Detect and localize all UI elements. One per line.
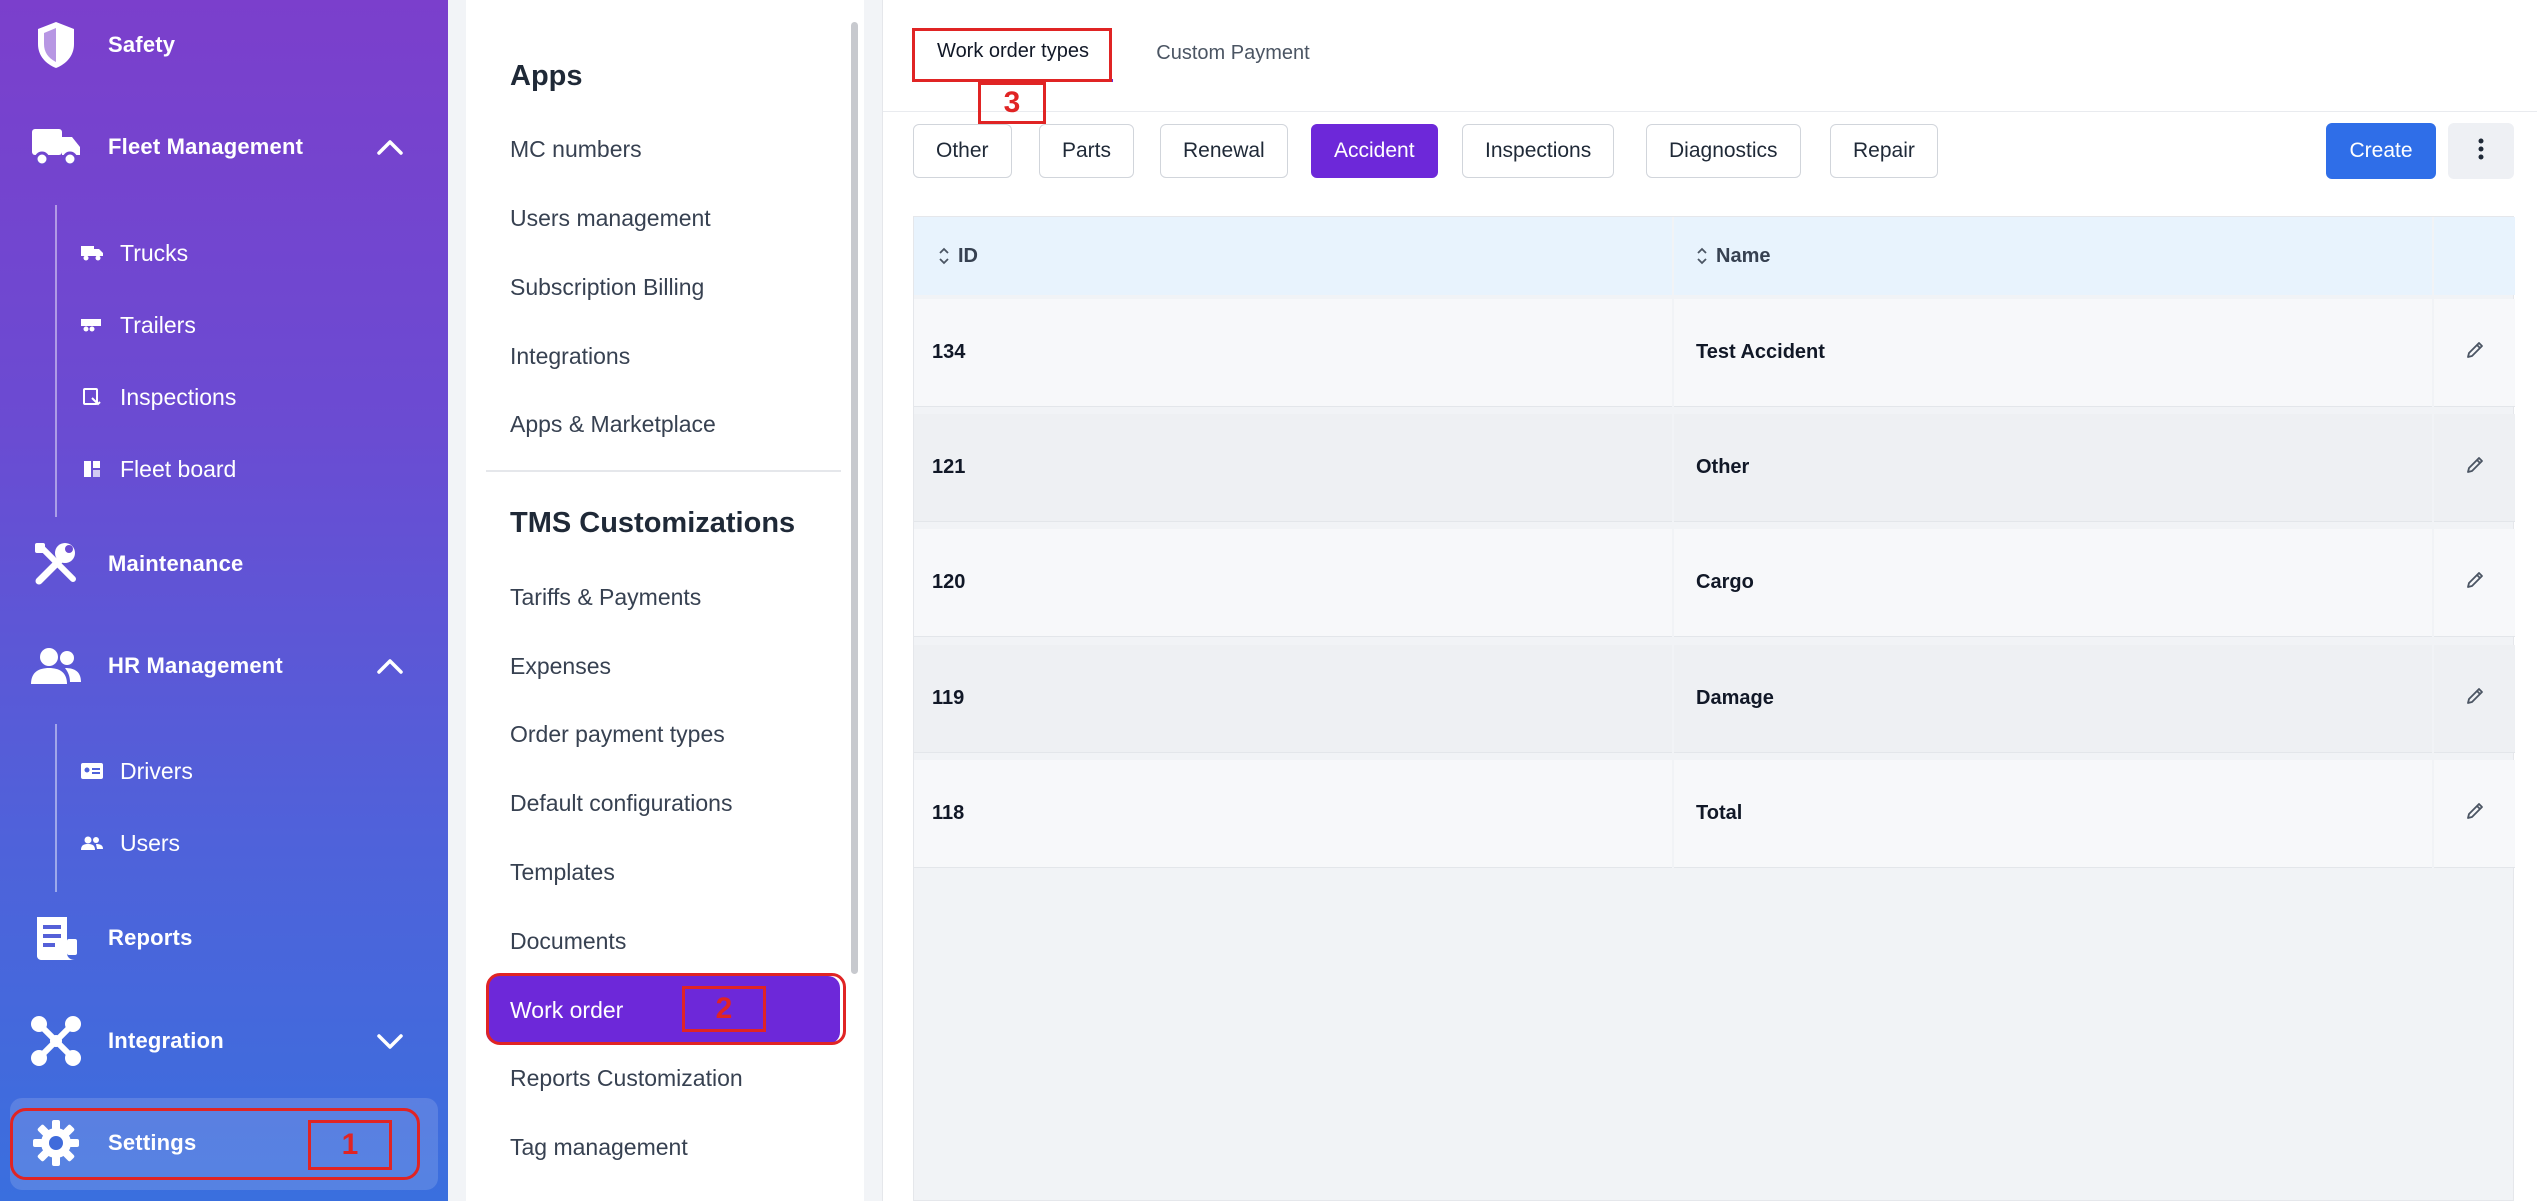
hr-submenu-line: [55, 724, 57, 892]
annotation-box-work-order: [486, 973, 846, 1045]
menu-item-reports-customization[interactable]: Reports Customization: [510, 1065, 743, 1092]
truck-icon: [28, 119, 84, 175]
menu-item-integrations[interactable]: Integrations: [510, 343, 630, 370]
sub-item-trailers[interactable]: Trailers: [80, 303, 196, 347]
nav-item-reports[interactable]: Reports: [0, 903, 448, 973]
sub-item-fleet-board[interactable]: Fleet board: [80, 447, 236, 491]
users-icon: [80, 831, 104, 855]
sub-item-inspections[interactable]: Inspections: [80, 375, 236, 419]
id-card-icon: [80, 759, 104, 783]
cell-name: Test Accident: [1674, 299, 2432, 407]
dashboard-icon: [80, 457, 104, 481]
annotation-number-1: 1: [341, 1128, 359, 1161]
menu-item-users-management[interactable]: Users management: [510, 205, 711, 232]
cell-id: 134: [914, 299, 1672, 407]
pencil-icon: [2465, 455, 2485, 481]
menu-scrollbar[interactable]: [851, 22, 858, 974]
sub-item-users[interactable]: Users: [80, 821, 180, 865]
filter-renewal[interactable]: Renewal: [1160, 124, 1288, 178]
sub-item-trucks[interactable]: Trucks: [80, 231, 188, 275]
cell-name: Other: [1674, 414, 2432, 522]
menu-item-tag-management[interactable]: Tag management: [510, 1134, 688, 1161]
sort-icon: [938, 246, 950, 266]
fleet-submenu-line: [55, 205, 57, 517]
filter-other[interactable]: Other: [913, 124, 1012, 178]
cell-name: Cargo: [1674, 529, 2432, 637]
cell-id: 119: [914, 645, 1672, 753]
nav-item-safety[interactable]: Safety: [0, 10, 448, 80]
table-row[interactable]: 121 Other: [914, 414, 2515, 522]
menu-heading-tms: TMS Customizations: [510, 507, 796, 539]
menu-item-documents[interactable]: Documents: [510, 928, 626, 955]
work-order-types-table: ID Name 134 Test Accident 121 Other 120 Cargo…: [913, 216, 2515, 1201]
table-row[interactable]: 119 Damage: [914, 645, 2515, 753]
pencil-icon: [2465, 340, 2485, 366]
tools-icon: [28, 536, 84, 592]
pencil-icon: [2465, 570, 2485, 596]
report-icon: [28, 910, 84, 966]
cell-name: Damage: [1674, 645, 2432, 753]
pencil-icon: [2465, 686, 2485, 712]
column-header-actions: [2434, 217, 2515, 295]
menu-heading-apps: Apps: [510, 60, 583, 92]
inspection-icon: [80, 385, 104, 409]
annotation-box-work-order-types: [912, 28, 1112, 82]
filter-parts[interactable]: Parts: [1039, 124, 1135, 178]
cell-name: Total: [1674, 760, 2432, 868]
shield-icon: [28, 17, 84, 73]
sort-icon: [1696, 246, 1708, 266]
menu-item-subscription-billing[interactable]: Subscription Billing: [510, 274, 704, 301]
filter-accident[interactable]: Accident: [1311, 124, 1438, 178]
column-header-id-label: ID: [958, 244, 978, 267]
column-header-name[interactable]: Name: [1674, 217, 2432, 295]
nav-item-integration[interactable]: Integration: [0, 1006, 448, 1076]
filter-diagnostics[interactable]: Diagnostics: [1646, 124, 1801, 178]
nav-item-fleet-management[interactable]: Fleet Management: [0, 112, 448, 182]
table-row[interactable]: 134 Test Accident: [914, 299, 2515, 407]
menu-item-mc-numbers[interactable]: MC numbers: [510, 136, 642, 163]
nav-item-hr-management[interactable]: HR Management: [0, 631, 448, 701]
integration-icon: [28, 1013, 84, 1069]
edit-button[interactable]: [2434, 645, 2515, 753]
main-content: Work order types Custom Payment Other Pa…: [882, 0, 2537, 1201]
cell-id: 120: [914, 529, 1672, 637]
people-icon: [28, 638, 84, 694]
trailer-icon: [80, 313, 104, 337]
menu-item-tariffs-payments[interactable]: Tariffs & Payments: [510, 584, 701, 611]
filter-inspections[interactable]: Inspections: [1462, 124, 1615, 178]
menu-item-default-configurations[interactable]: Default configurations: [510, 790, 732, 817]
column-header-name-label: Name: [1716, 244, 1771, 267]
menu-item-templates[interactable]: Templates: [510, 859, 615, 886]
truck-icon: [80, 241, 104, 265]
edit-button[interactable]: [2434, 299, 2515, 407]
annotation-number-2: 2: [715, 992, 733, 1025]
create-button[interactable]: Create: [2326, 123, 2436, 179]
filter-repair[interactable]: Repair: [1830, 124, 1938, 178]
chevron-up-icon[interactable]: [372, 648, 408, 684]
edit-button[interactable]: [2434, 414, 2515, 522]
chevron-up-icon[interactable]: [372, 129, 408, 165]
cell-id: 121: [914, 414, 1672, 522]
tab-custom-payment[interactable]: Custom Payment: [1133, 24, 1333, 82]
annotation-number-3: 3: [1003, 86, 1021, 119]
menu-item-order-payment-types[interactable]: Order payment types: [510, 721, 725, 748]
tab-bar: Work order types Custom Payment: [883, 0, 2537, 112]
column-header-id[interactable]: ID: [914, 217, 1672, 295]
more-options-button[interactable]: [2448, 123, 2514, 179]
nav-item-maintenance[interactable]: Maintenance: [0, 529, 448, 599]
menu-item-apps-marketplace[interactable]: Apps & Marketplace: [510, 411, 716, 438]
menu-divider: [486, 470, 841, 472]
cell-id: 118: [914, 760, 1672, 868]
chevron-down-icon[interactable]: [372, 1023, 408, 1059]
edit-button[interactable]: [2434, 529, 2515, 637]
main-sidebar: Safety Fleet Management Trucks Trailers …: [0, 0, 448, 1201]
pencil-icon: [2465, 801, 2485, 827]
menu-item-expenses[interactable]: Expenses: [510, 653, 611, 680]
kebab-menu-icon: [2478, 138, 2484, 165]
edit-button[interactable]: [2434, 760, 2515, 868]
table-row[interactable]: 120 Cargo: [914, 529, 2515, 637]
sub-item-drivers[interactable]: Drivers: [80, 749, 193, 793]
table-row[interactable]: 118 Total: [914, 760, 2515, 868]
